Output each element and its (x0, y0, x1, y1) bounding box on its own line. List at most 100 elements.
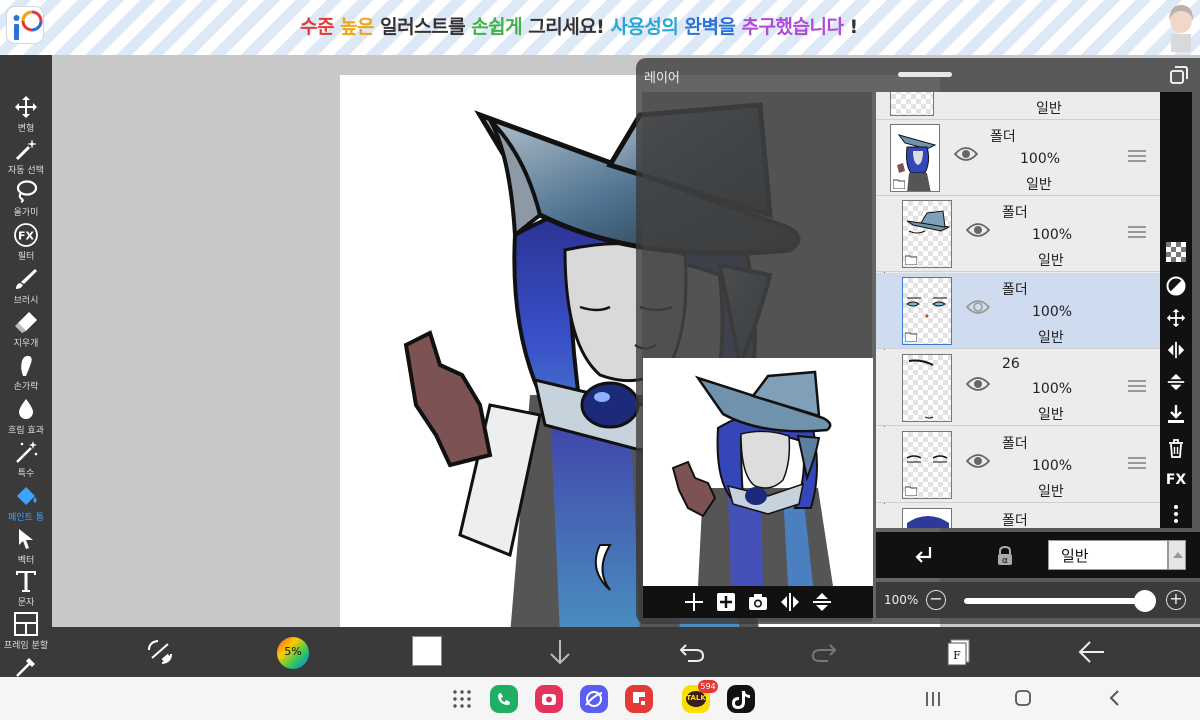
cursor-arrow-icon (19, 529, 33, 549)
layer-thumbnail (890, 92, 934, 116)
brush-icon (16, 269, 37, 289)
tool-brush[interactable]: 브러시 (0, 265, 52, 309)
layer-opacity: 100% (1032, 458, 1073, 474)
layer-row[interactable]: 폴더 100% 일반 (876, 427, 1160, 503)
layer-list[interactable]: 일반 폴더 100% 일반 폴더 100% 일반 폴더 100% 일반 26 1… (876, 92, 1160, 528)
banner-text-segment: 수준 (300, 16, 341, 38)
tool-smudge[interactable]: 손가락 (0, 351, 52, 395)
current-color-swatch[interactable] (412, 636, 442, 666)
flip-horizontal-icon[interactable] (1166, 340, 1186, 360)
layer-row[interactable]: 폴더 100% 일반 (876, 196, 1160, 272)
kakao-label: TALK (686, 694, 706, 702)
finger-icon (21, 355, 32, 376)
layer-name: 폴더 (1002, 513, 1028, 528)
recent-apps-icon[interactable] (924, 690, 942, 708)
layer-row[interactable]: 26 100% 일반 (876, 350, 1160, 426)
layer-row-partial-bottom[interactable]: 폴더 (876, 504, 1160, 528)
flip-h-icon[interactable] (779, 591, 801, 613)
layer-opacity: 100% (1032, 227, 1073, 243)
layer-row-partial-top[interactable]: 일반 (876, 92, 1160, 120)
visibility-eye-icon[interactable] (966, 453, 990, 469)
camera-app-icon[interactable] (535, 685, 563, 713)
tiktok-app-icon[interactable] (727, 685, 755, 713)
opacity-increase-button[interactable]: + (1166, 590, 1186, 610)
home-icon[interactable] (1014, 689, 1032, 707)
tool-label: 문자 (17, 598, 35, 608)
kakaotalk-app-icon[interactable]: TALK 594 (682, 680, 718, 713)
layer-row[interactable]: 폴더 100% 일반 (876, 120, 1160, 196)
tool-label: 지우개 (13, 339, 39, 349)
camera-icon[interactable] (747, 591, 769, 613)
window-mode-icon[interactable] (1170, 66, 1188, 84)
more-vertical-icon[interactable] (1166, 504, 1186, 524)
visibility-eye-icon[interactable] (966, 222, 990, 238)
banner-text-segment: 사용성의 (610, 16, 685, 38)
drag-handle-icon[interactable] (1128, 150, 1146, 162)
layer-button-icon[interactable]: F (942, 636, 974, 668)
tool-vector[interactable]: 벡터 (0, 525, 52, 569)
move-arrows-icon[interactable] (1166, 308, 1186, 328)
flip-v-icon[interactable] (811, 591, 833, 613)
drag-handle-icon[interactable] (1128, 226, 1146, 238)
tool-transform[interactable]: 변형 (0, 93, 52, 137)
visibility-eye-icon[interactable] (954, 146, 978, 162)
visibility-eye-icon[interactable] (966, 299, 990, 315)
layer-button-label: F (953, 649, 961, 662)
tool-eraser[interactable]: 지우개 (0, 308, 52, 352)
opacity-decrease-button[interactable]: − (926, 590, 946, 610)
flip-vertical-icon[interactable] (1166, 372, 1186, 392)
tool-label: 브러시 (13, 296, 39, 306)
drag-handle-icon[interactable] (1128, 457, 1146, 469)
opacity-slider-knob[interactable] (1134, 590, 1156, 612)
visibility-eye-icon[interactable] (966, 376, 990, 392)
clipping-icon[interactable] (912, 544, 934, 566)
blend-mode-select[interactable]: 일반 (1048, 540, 1168, 570)
layer-opacity: 100% (1020, 151, 1061, 167)
redo-icon[interactable] (808, 636, 840, 668)
layer-blend-mode: 일반 (1038, 330, 1064, 346)
add-folder-icon[interactable] (715, 591, 737, 613)
undo-icon[interactable] (676, 636, 708, 668)
back-icon[interactable] (1106, 689, 1124, 707)
blend-mode-dropdown-arrow[interactable] (1168, 540, 1186, 570)
canvas-preview-thumbnail[interactable] (643, 358, 873, 586)
trash-icon[interactable] (1166, 438, 1186, 458)
ad-banner-text[interactable]: 수준 높은 일러스트를 손쉽게 그리세요! 사용성의 완벽을 추구했습니다 ! (300, 12, 858, 39)
tool-frame-divider[interactable]: 프레임 분할 (0, 610, 52, 654)
apps-grid-icon[interactable] (452, 689, 472, 709)
browser-app-icon[interactable] (580, 685, 608, 713)
fx-label[interactable]: FX (1160, 472, 1192, 488)
checker-icon[interactable] (1166, 242, 1186, 262)
half-circle-icon[interactable] (1166, 276, 1186, 296)
tool-text[interactable]: 문자 (0, 567, 52, 611)
transform-quick-icon[interactable] (144, 636, 176, 668)
layer-blend-mode: 일반 (1038, 484, 1064, 500)
ad-banner[interactable]: 수준 높은 일러스트를 손쉽게 그리세요! 사용성의 완벽을 추구했습니다 ! (0, 0, 1200, 55)
panel-drag-handle[interactable] (898, 72, 952, 77)
alpha-lock-icon[interactable]: α (994, 544, 1016, 566)
banner-text-segment: ! (843, 16, 859, 38)
banner-text-segment: 완벽을 (684, 16, 742, 38)
drag-handle-icon[interactable] (1128, 380, 1146, 392)
tool-fill[interactable]: 페인트 통 (0, 482, 52, 526)
tool-lasso[interactable]: 올가미 (0, 177, 52, 221)
ibis-paint-logo-icon[interactable] (6, 6, 44, 44)
merge-down-icon[interactable] (1166, 404, 1186, 424)
tool-blur[interactable]: 흐림 효과 (0, 395, 52, 439)
layer-opacity: 100% (1032, 304, 1073, 320)
color-wheel-button[interactable]: 5% (276, 636, 309, 669)
layer-row-selected[interactable]: 폴더 100% 일반 (876, 273, 1160, 349)
frame-divider-icon (14, 612, 38, 636)
layer-blend-mode: 일반 (1026, 177, 1052, 193)
tool-special[interactable]: 특수 (0, 438, 52, 482)
opacity-slider[interactable] (964, 598, 1142, 604)
tool-filter[interactable]: FX 필터 (0, 221, 52, 265)
back-arrow-icon[interactable] (1076, 636, 1108, 668)
tool-magic-wand[interactable]: 자동 선택 (0, 135, 52, 179)
phone-app-icon[interactable] (490, 685, 518, 713)
download-arrow-icon[interactable] (544, 636, 576, 668)
notification-badge: 594 (698, 680, 718, 693)
eyedropper-icon[interactable] (14, 655, 38, 677)
flipboard-app-icon[interactable] (625, 685, 653, 713)
add-layer-icon[interactable] (683, 591, 705, 613)
